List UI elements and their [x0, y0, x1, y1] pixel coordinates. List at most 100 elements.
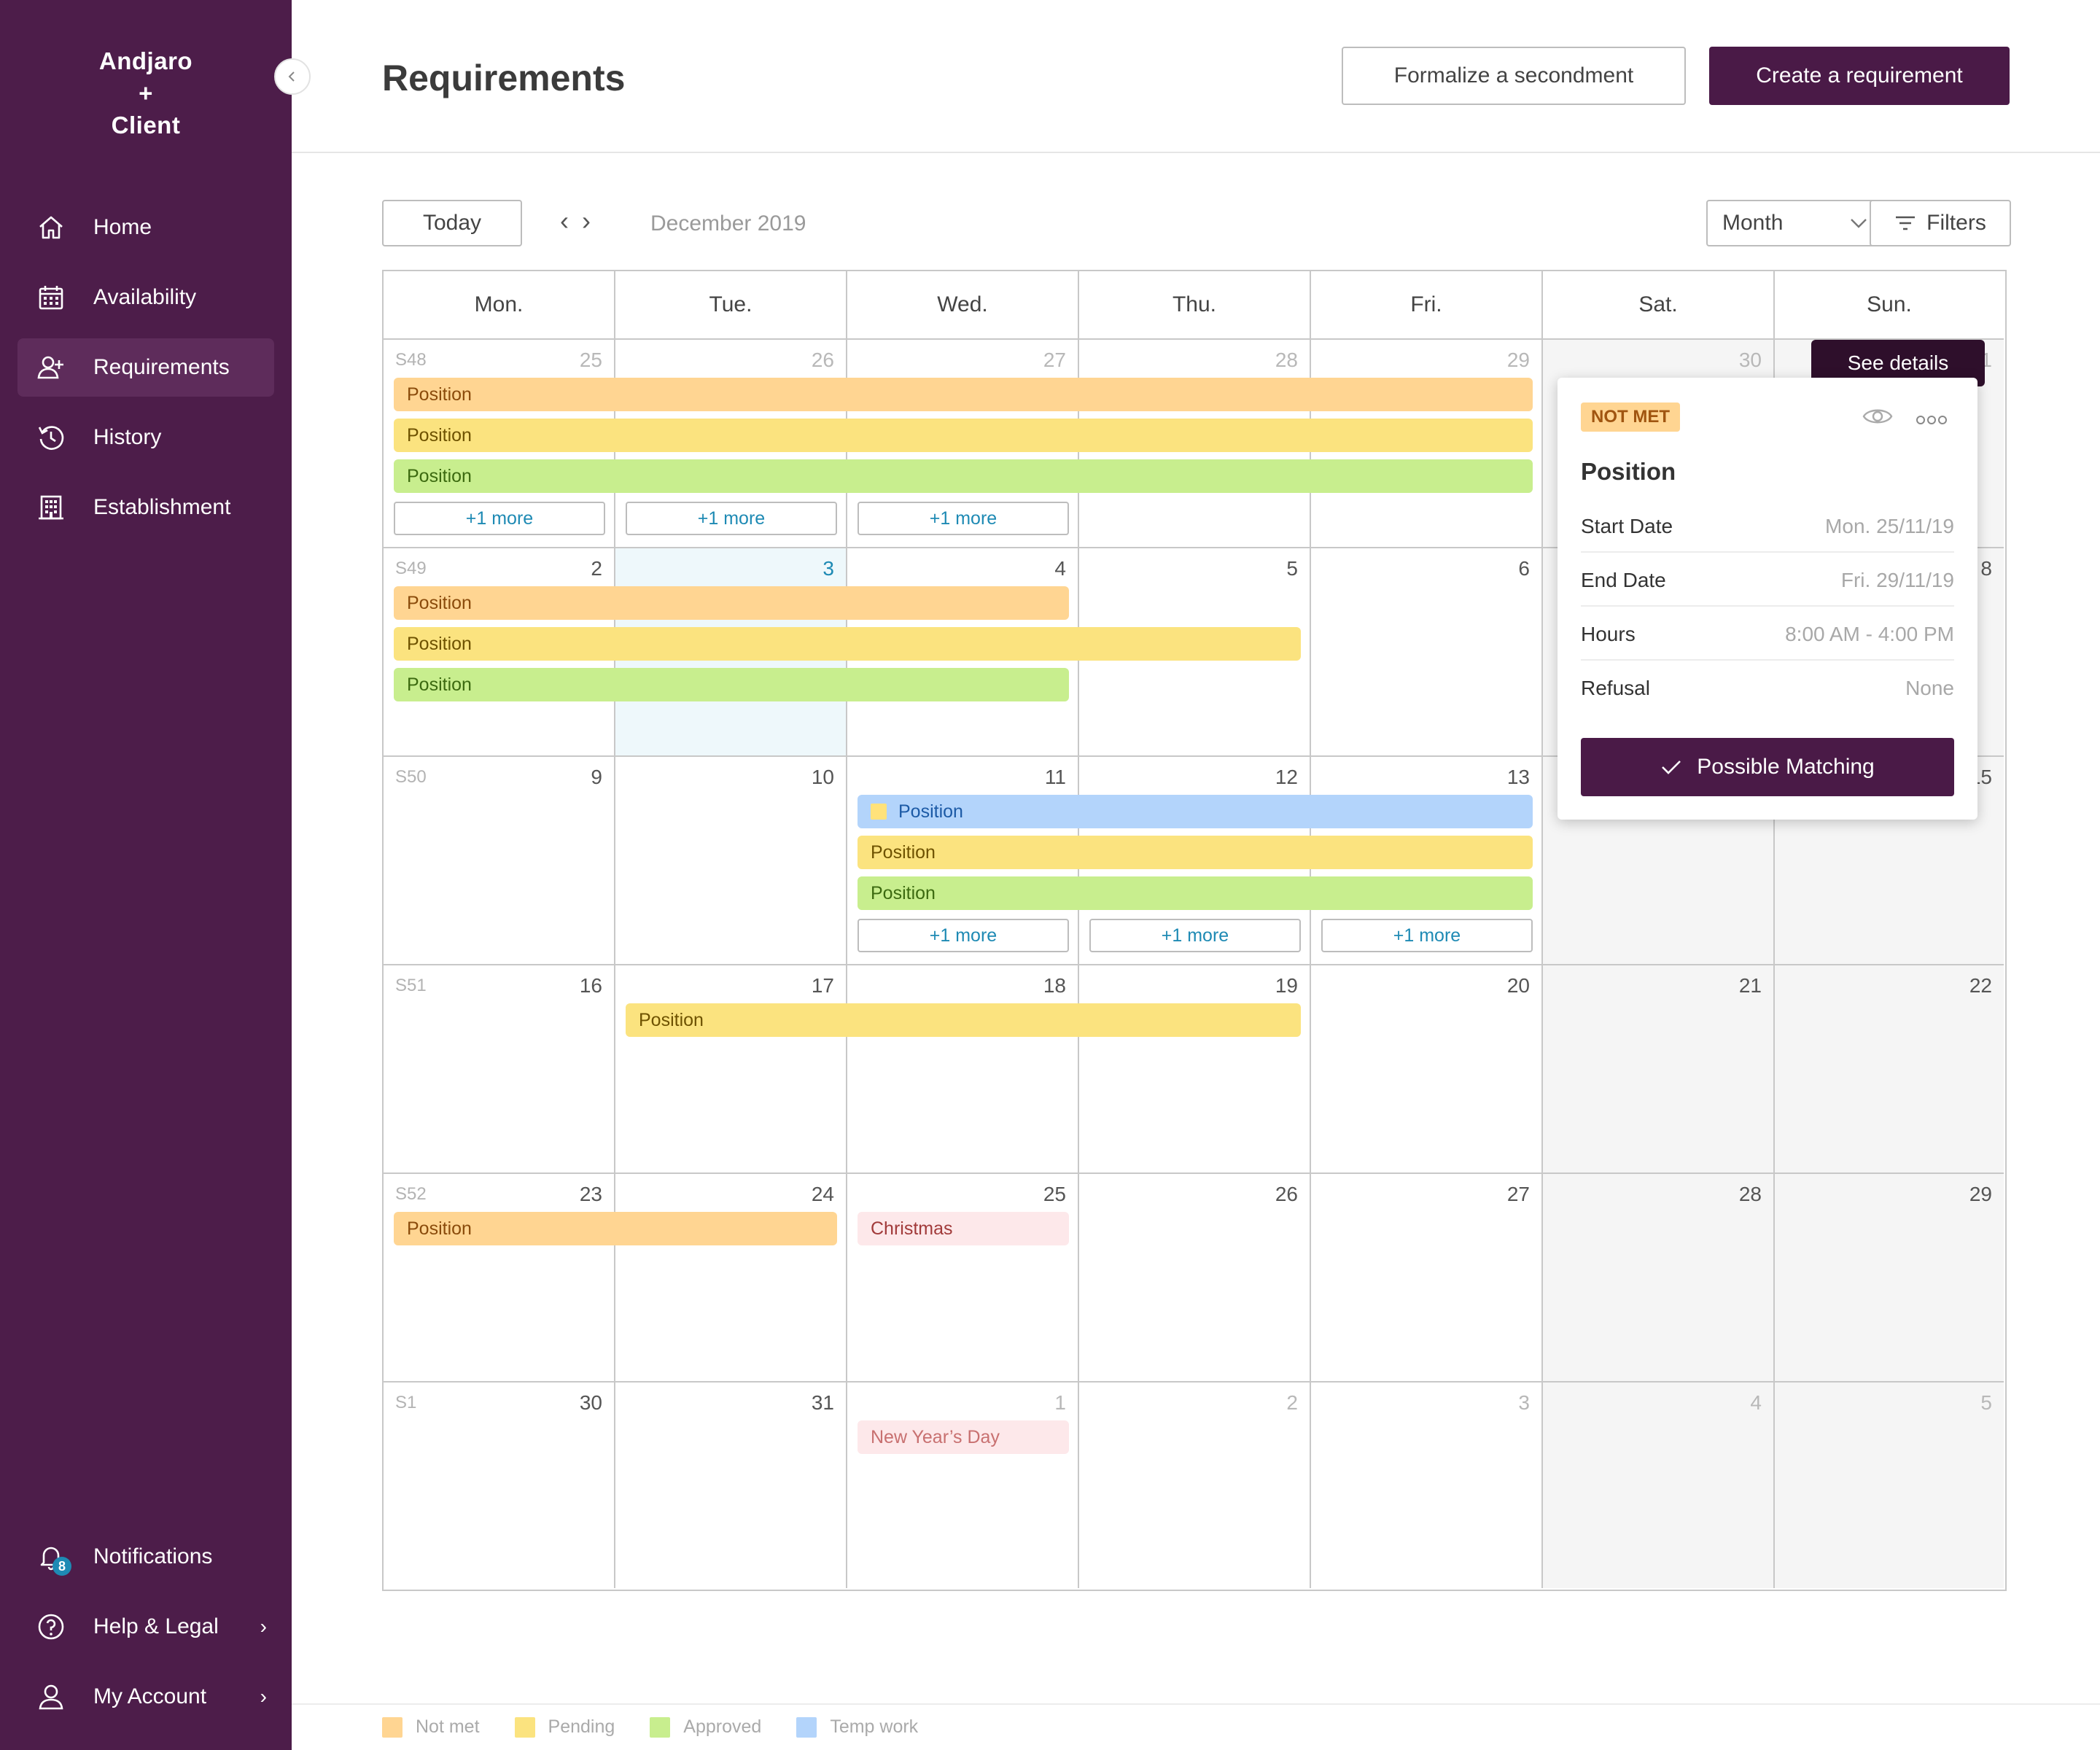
formalize-secondment-button[interactable]: Formalize a secondment: [1342, 47, 1686, 105]
legend-item: Not met: [382, 1716, 480, 1738]
day-cell[interactable]: 10: [615, 757, 847, 965]
sidebar-item-label: Notifications: [93, 1544, 213, 1568]
day-cell[interactable]: 20: [1311, 965, 1543, 1174]
day-cell[interactable]: 5: [1775, 1382, 2004, 1588]
week-number: S50: [395, 767, 427, 787]
weekday-header: Tue.: [615, 271, 847, 340]
day-cell[interactable]: 19: [1079, 965, 1311, 1174]
sidebar-item-help-legal[interactable]: Help & Legal ›: [18, 1598, 274, 1656]
event-label: Position: [407, 633, 472, 654]
day-number: 31: [811, 1391, 834, 1414]
day-cell[interactable]: S1 30: [384, 1382, 615, 1588]
holiday-event[interactable]: Christmas: [858, 1212, 1069, 1245]
detail-value: None: [1905, 677, 1954, 699]
previous-month-icon[interactable]: ‹: [560, 206, 582, 236]
day-cell[interactable]: 1: [847, 1382, 1079, 1588]
view-select[interactable]: Month: [1706, 200, 1884, 246]
day-cell[interactable]: 31: [615, 1382, 847, 1588]
more-events-button[interactable]: +1 more: [1321, 919, 1533, 952]
day-cell[interactable]: 3: [1311, 1382, 1543, 1588]
event-bar[interactable]: Position: [858, 876, 1533, 910]
weekday-header: Mon.: [384, 271, 615, 340]
more-options-icon[interactable]: [1916, 411, 1947, 430]
sidebar-item-label: Help & Legal: [93, 1614, 219, 1638]
more-events-button[interactable]: +1 more: [1089, 919, 1301, 952]
filters-button[interactable]: Filters: [1870, 200, 2011, 246]
sidebar-item-establishment[interactable]: Establishment: [18, 478, 274, 537]
history-icon: [35, 421, 67, 454]
detail-key: Refusal: [1581, 677, 1650, 699]
day-cell[interactable]: 2: [1079, 1382, 1311, 1588]
day-number: 4: [1054, 557, 1066, 580]
day-cell[interactable]: 26: [1079, 1174, 1311, 1382]
day-cell[interactable]: 28: [1543, 1174, 1775, 1382]
day-cell[interactable]: S51 16: [384, 965, 615, 1174]
event-bar[interactable]: Position: [394, 419, 1533, 452]
event-bar[interactable]: Position: [858, 795, 1533, 828]
day-cell[interactable]: S50 9: [384, 757, 615, 965]
event-bar[interactable]: Position: [394, 627, 1301, 661]
day-number: 16: [579, 974, 602, 997]
possible-matching-label: Possible Matching: [1697, 755, 1875, 779]
day-number: 2: [591, 557, 602, 580]
day-cell[interactable]: 17: [615, 965, 847, 1174]
event-bar[interactable]: Position: [858, 836, 1533, 869]
brand-line1: Andjaro: [98, 47, 193, 74]
more-events-button[interactable]: +1 more: [858, 502, 1069, 535]
day-cell[interactable]: 24: [615, 1174, 847, 1382]
day-number: 19: [1275, 974, 1298, 997]
day-number: 5: [1980, 1391, 1992, 1414]
day-cell[interactable]: S52 23: [384, 1174, 615, 1382]
day-cell[interactable]: 18: [847, 965, 1079, 1174]
day-number: 12: [1275, 766, 1298, 788]
sidebar-item-label: History: [93, 425, 162, 449]
sidebar-item-label: Home: [93, 215, 152, 239]
create-requirement-button[interactable]: Create a requirement: [1709, 47, 2010, 105]
event-bar[interactable]: Position: [394, 1212, 837, 1245]
next-month-icon[interactable]: ›: [582, 206, 604, 236]
legend-label: Pending: [548, 1716, 615, 1737]
event-label: Position: [639, 1009, 704, 1030]
possible-matching-button[interactable]: Possible Matching: [1581, 738, 1954, 796]
day-number: 26: [811, 349, 834, 371]
current-month-label: December 2019: [650, 211, 806, 236]
event-bar[interactable]: Position: [394, 668, 1069, 701]
filter-icon: [1896, 216, 1916, 230]
day-number: 29: [1506, 349, 1530, 371]
day-cell[interactable]: 27: [1311, 1174, 1543, 1382]
day-cell[interactable]: 25: [847, 1174, 1079, 1382]
day-cell[interactable]: 22: [1775, 965, 2004, 1174]
day-cell[interactable]: 29: [1775, 1174, 2004, 1382]
event-bar[interactable]: Position: [394, 378, 1533, 411]
day-number: 30: [579, 1391, 602, 1414]
day-number: 1: [1054, 1391, 1066, 1414]
legend: Not met Pending Approved Temp work: [382, 1716, 953, 1738]
day-number: 22: [1969, 974, 1992, 997]
week-number: S48: [395, 350, 427, 370]
day-number: 3: [1518, 1391, 1530, 1414]
event-bar[interactable]: Position: [394, 459, 1533, 493]
eye-icon[interactable]: [1862, 405, 1893, 431]
week-number: S49: [395, 559, 427, 578]
event-bar[interactable]: Position: [626, 1003, 1301, 1037]
holiday-event[interactable]: New Year’s Day: [858, 1420, 1069, 1454]
day-cell[interactable]: 6: [1311, 548, 1543, 757]
day-cell[interactable]: 4: [1543, 1382, 1775, 1588]
legend-label: Temp work: [830, 1716, 919, 1737]
sidebar-item-my-account[interactable]: My Account ›: [18, 1668, 274, 1726]
day-number: 24: [811, 1183, 834, 1205]
day-number: 17: [811, 974, 834, 997]
sidebar-item-home[interactable]: Home: [18, 198, 274, 257]
event-bar[interactable]: Position: [394, 586, 1069, 620]
more-events-button[interactable]: +1 more: [394, 502, 605, 535]
sidebar-item-notifications[interactable]: 8 Notifications: [18, 1528, 274, 1586]
sidebar-item-requirements[interactable]: Requirements: [18, 338, 274, 397]
day-cell[interactable]: 21: [1543, 965, 1775, 1174]
sidebar-item-history[interactable]: History: [18, 408, 274, 467]
detail-key: Hours: [1581, 623, 1636, 645]
more-events-button[interactable]: +1 more: [626, 502, 837, 535]
legend-label: Approved: [683, 1716, 762, 1737]
more-events-button[interactable]: +1 more: [858, 919, 1069, 952]
sidebar-item-availability[interactable]: Availability: [18, 268, 274, 327]
today-button[interactable]: Today: [382, 200, 522, 246]
